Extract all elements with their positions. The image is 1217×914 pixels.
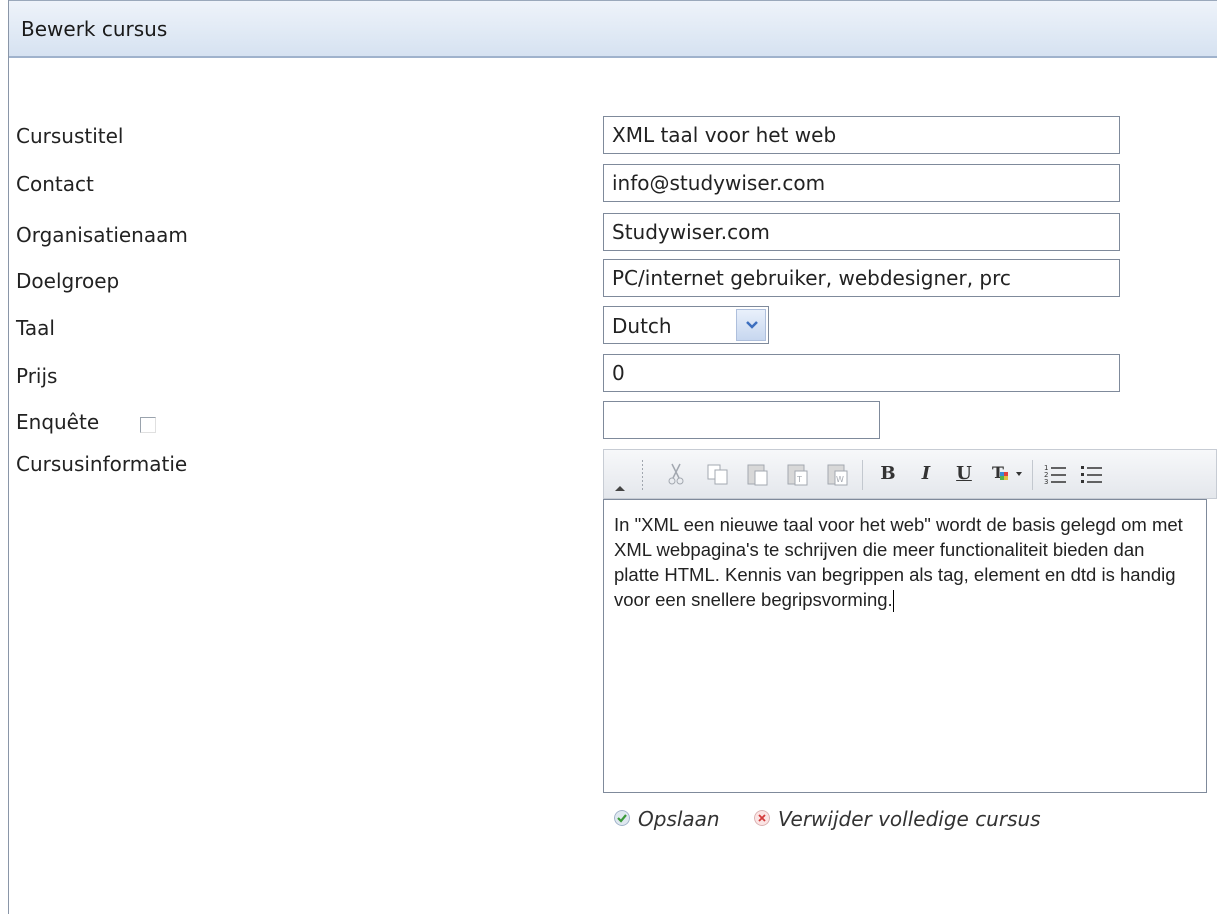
paste-word-icon[interactable]: W (824, 460, 852, 488)
course-info-text: In "XML een nieuwe taal voor het web" wo… (614, 514, 1183, 610)
collapse-toolbar-icon[interactable] (614, 484, 626, 492)
panel-header: Bewerk cursus (9, 0, 1217, 58)
language-label: Taal (16, 316, 55, 340)
language-select[interactable]: Dutch (603, 306, 769, 344)
editor-toolbar: T W B I U T 123 (603, 449, 1217, 499)
underline-icon[interactable]: U (954, 460, 974, 488)
price-input[interactable]: 0 (603, 354, 1120, 392)
toolbar-separator (1032, 460, 1033, 490)
ordered-list-icon[interactable]: 123 (1042, 460, 1070, 488)
target-group-input[interactable]: PC/internet gebruiker, webdesigner, prc (603, 259, 1120, 297)
text-caret (892, 590, 894, 613)
paste-icon[interactable] (744, 460, 772, 488)
language-select-value: Dutch (612, 314, 672, 338)
svg-text:3: 3 (1044, 478, 1048, 486)
bold-icon[interactable]: B (878, 460, 898, 488)
course-title-input[interactable]: XML taal voor het web (603, 116, 1120, 154)
svg-text:W: W (836, 475, 844, 484)
target-group-label: Doelgroep (16, 269, 120, 293)
copy-icon[interactable] (704, 460, 732, 488)
panel-title: Bewerk cursus (21, 17, 168, 41)
unordered-list-icon[interactable] (1078, 460, 1106, 488)
survey-checkbox[interactable] (140, 417, 156, 433)
organisation-input[interactable]: Studywiser.com (603, 213, 1120, 251)
check-icon (614, 810, 630, 826)
delete-icon (754, 810, 770, 826)
toolbar-separator (862, 460, 863, 490)
svg-text:T: T (796, 475, 802, 484)
survey-input[interactable] (603, 401, 880, 439)
contact-input[interactable]: info@studywiser.com (603, 164, 1120, 202)
chevron-down-icon (746, 321, 758, 329)
rich-text-editor: T W B I U T 123 In "XML een nieuwe taal … (603, 449, 1217, 793)
course-info-textarea[interactable]: In "XML een nieuwe taal voor het web" wo… (603, 499, 1207, 793)
contact-label: Contact (16, 172, 94, 196)
dropdown-button[interactable] (736, 309, 766, 341)
paste-text-icon[interactable]: T (784, 460, 812, 488)
italic-icon[interactable]: I (916, 460, 936, 488)
organisation-label: Organisatienaam (16, 223, 188, 247)
price-label: Prijs (16, 364, 58, 388)
survey-label: Enquête (16, 410, 100, 434)
cut-icon[interactable] (664, 460, 688, 488)
toolbar-grip (642, 460, 643, 490)
text-color-icon[interactable]: T (990, 460, 1026, 488)
course-info-label: Cursusinformatie (16, 452, 188, 476)
course-title-label: Cursustitel (16, 124, 124, 148)
save-label: Opslaan (638, 807, 720, 831)
delete-label: Verwijder volledige cursus (778, 807, 1041, 831)
